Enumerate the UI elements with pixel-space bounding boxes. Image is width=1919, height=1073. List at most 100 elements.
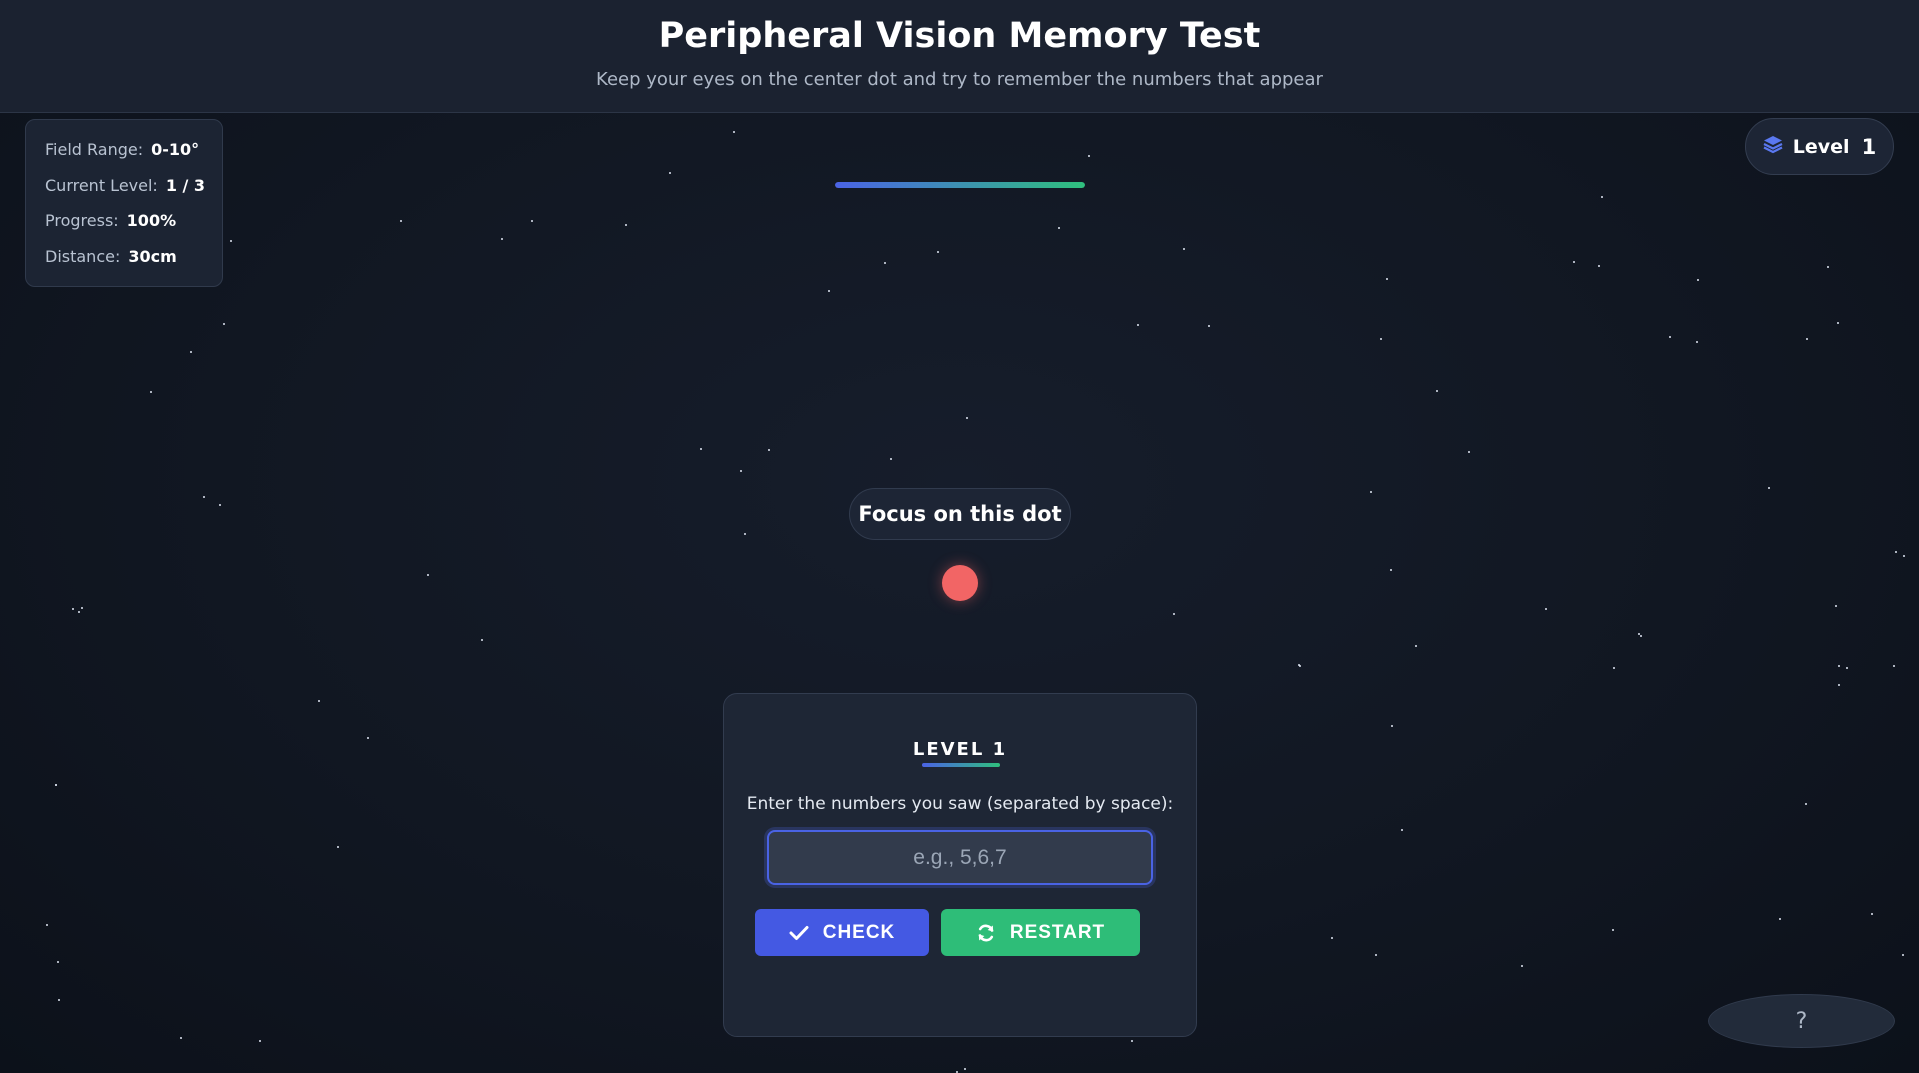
- page-title: Peripheral Vision Memory Test: [658, 16, 1261, 56]
- focus-label: Focus on this dot: [849, 488, 1071, 540]
- check-button[interactable]: CHECK: [755, 909, 929, 956]
- star: [744, 533, 746, 535]
- progress-bar: [835, 182, 1085, 188]
- star: [700, 448, 702, 450]
- answer-prompt: Enter the numbers you saw (separated by …: [746, 794, 1174, 814]
- star: [1806, 338, 1808, 340]
- star: [1370, 491, 1372, 493]
- star: [58, 999, 60, 1001]
- star: [1386, 278, 1388, 280]
- star: [1173, 613, 1175, 615]
- stat-label: Distance:: [45, 246, 121, 266]
- star: [57, 961, 59, 963]
- stat-label: Current Level:: [45, 175, 158, 195]
- star: [1521, 965, 1523, 967]
- star: [1846, 667, 1848, 669]
- star: [1058, 227, 1060, 229]
- star: [1415, 645, 1417, 647]
- star: [501, 238, 503, 240]
- star: [337, 846, 339, 848]
- star: [1573, 261, 1575, 263]
- restart-button[interactable]: RESTART: [941, 909, 1140, 956]
- star: [1380, 338, 1382, 340]
- star: [367, 737, 369, 739]
- panel-title: LEVEL 1: [912, 739, 1008, 760]
- star: [1601, 196, 1603, 198]
- star: [1902, 954, 1904, 956]
- star: [46, 924, 48, 926]
- star: [1827, 266, 1829, 268]
- star: [400, 220, 402, 222]
- star: [1871, 913, 1873, 915]
- level-badge-value: 1: [1861, 134, 1877, 159]
- page-subtitle: Keep your eyes on the center dot and try…: [596, 69, 1323, 90]
- stat-distance: Distance: 30cm: [45, 247, 222, 283]
- answer-panel: LEVEL 1 Enter the numbers you saw (separ…: [723, 693, 1197, 1037]
- star: [55, 784, 57, 786]
- star: [78, 611, 80, 613]
- star: [1131, 1040, 1133, 1042]
- star: [768, 449, 770, 451]
- check-button-label: CHECK: [822, 921, 896, 943]
- progress-bar-fill: [835, 182, 1085, 188]
- star: [966, 417, 968, 419]
- level-badge-label: Level: [1792, 135, 1850, 158]
- star: [1835, 605, 1837, 607]
- answer-input[interactable]: [767, 830, 1153, 885]
- star: [1375, 954, 1377, 956]
- star: [1893, 665, 1895, 667]
- star: [180, 1037, 182, 1039]
- focus-dot: [942, 565, 978, 601]
- star: [733, 131, 735, 133]
- star: [203, 496, 205, 498]
- star: [1837, 322, 1839, 324]
- stat-progress: Progress: 100%: [45, 211, 222, 247]
- star: [1390, 569, 1392, 571]
- star: [259, 1040, 261, 1042]
- star: [1088, 155, 1090, 157]
- star: [828, 290, 830, 292]
- help-button[interactable]: ?: [1708, 994, 1895, 1048]
- star: [1183, 248, 1185, 250]
- stat-label: Field Range:: [45, 140, 144, 159]
- page-header: Peripheral Vision Memory Test Keep your …: [0, 0, 1919, 113]
- checkmark-icon: [789, 925, 809, 941]
- star: [1545, 608, 1547, 610]
- star: [230, 240, 232, 242]
- star: [1298, 664, 1300, 666]
- star: [1768, 487, 1770, 489]
- layers-icon: [1763, 134, 1783, 159]
- stat-value: 30cm: [128, 246, 177, 266]
- panel-title-underline: [922, 763, 1000, 767]
- star: [890, 458, 892, 460]
- star: [1613, 667, 1615, 669]
- star: [219, 504, 221, 506]
- star: [1391, 725, 1393, 727]
- star: [1468, 451, 1470, 453]
- stat-current-level: Current Level: 1 / 3: [45, 176, 222, 212]
- star: [1697, 279, 1699, 281]
- star: [1805, 803, 1807, 805]
- star: [740, 470, 742, 472]
- star: [81, 607, 83, 609]
- star: [884, 262, 886, 264]
- star: [625, 224, 627, 226]
- star: [1696, 341, 1698, 343]
- help-button-label: ?: [1795, 1008, 1808, 1034]
- star: [1598, 265, 1600, 267]
- star: [1331, 937, 1333, 939]
- star: [223, 323, 225, 325]
- star: [72, 608, 74, 610]
- star: [1903, 555, 1905, 557]
- star: [1612, 929, 1614, 931]
- star: [1208, 325, 1210, 327]
- stat-value: 0-10°: [151, 140, 200, 159]
- star: [190, 351, 192, 353]
- star: [669, 172, 671, 174]
- star: [1779, 918, 1781, 920]
- star: [964, 1068, 966, 1070]
- level-badge: Level 1: [1745, 118, 1894, 175]
- stat-label: Progress:: [45, 211, 119, 230]
- star: [1895, 551, 1897, 553]
- star: [1838, 665, 1840, 667]
